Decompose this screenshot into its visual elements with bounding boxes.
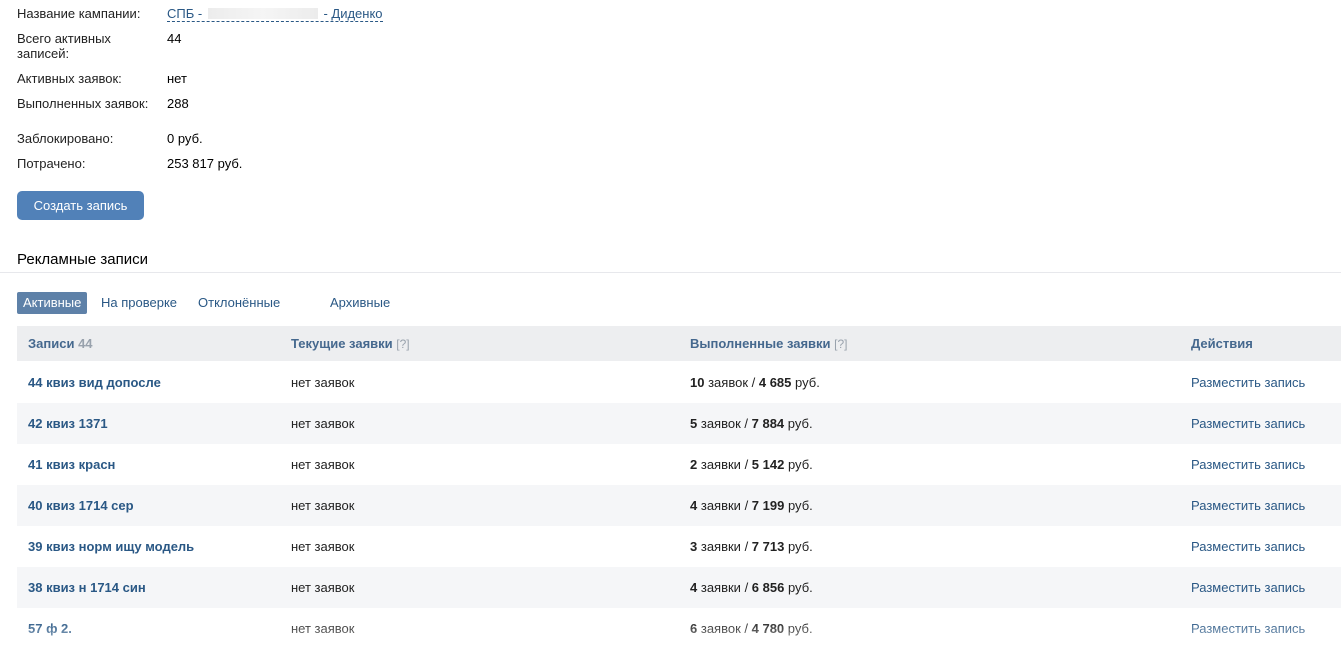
spent-label: Потрачено: <box>17 156 86 171</box>
table-row: 57 ф 2. нет заявок 6 заявок / 4 780 руб. Ра… <box>17 608 1341 646</box>
table-row: 44 квиз вид допосле нет заявок 10 заявок /… <box>17 362 1341 403</box>
completed-requests-cell: 10 заявок / 4 685 руб. <box>690 375 820 390</box>
records-count: 44 <box>78 336 93 351</box>
completed-requests-cell: 3 заявки / 7 713 руб. <box>690 539 813 554</box>
section-title: Рекламные записи <box>17 251 149 268</box>
current-requests-cell: нет заявок <box>291 457 355 472</box>
table-row: 42 квиз 1371 нет заявок 5 заявок / 7 884 р… <box>17 403 1341 444</box>
currency: руб. <box>787 621 813 636</box>
header-current: Текущие заявки [?] <box>291 336 410 351</box>
completed-word: заявок <box>708 375 749 390</box>
table-header: Записи 44 Текущие заявки [?] Выполненные… <box>17 326 1341 361</box>
record-name-link[interactable]: 44 квиз вид допосле <box>28 362 161 403</box>
completed-word: заявок <box>700 416 741 431</box>
tab-archived[interactable]: Архивные <box>324 292 396 314</box>
place-record-link[interactable]: Разместить запись <box>1191 485 1305 526</box>
current-help-link[interactable]: [?] <box>396 337 409 351</box>
completed-count: 3 <box>690 539 698 554</box>
place-record-link[interactable]: Разместить запись <box>1191 403 1305 444</box>
currency: руб. <box>787 498 813 513</box>
currency: руб. <box>787 457 813 472</box>
completed-sum: 4 685 <box>758 375 792 390</box>
current-requests-cell: нет заявок <box>291 580 355 595</box>
completed-requests-cell: 4 заявки / 6 856 руб. <box>690 580 813 595</box>
campaign-name-label: Название кампании: <box>17 6 141 21</box>
header-records: Записи 44 <box>28 336 93 351</box>
place-record-link[interactable]: Разместить запись <box>1191 526 1305 567</box>
active-requests-value: нет <box>167 71 187 86</box>
record-name-link[interactable]: 57 ф 2. <box>28 608 72 646</box>
currency: руб. <box>795 375 820 390</box>
total-records-label: Всего активных записей: <box>17 31 111 61</box>
record-name-link[interactable]: 40 квиз 1714 сер <box>28 485 134 526</box>
completed-word: заявок <box>700 621 741 636</box>
completed-word: заявки <box>700 457 741 472</box>
completed-count: 4 <box>690 580 698 595</box>
tab-active[interactable]: Активные <box>17 292 88 314</box>
current-requests-cell: нет заявок <box>291 375 355 390</box>
completed-requests-cell: 5 заявок / 7 884 руб. <box>690 416 813 431</box>
table-row: 40 квиз 1714 сер нет заявок 4 заявки / 7 1… <box>17 485 1341 526</box>
place-record-link[interactable]: Разместить запись <box>1191 444 1305 485</box>
completed-help-link[interactable]: [?] <box>834 337 847 351</box>
place-record-link[interactable]: Разместить запись <box>1191 362 1305 403</box>
completed-requests-cell: 4 заявки / 7 199 руб. <box>690 498 813 513</box>
completed-word: заявки <box>700 580 741 595</box>
section-divider <box>0 272 1341 273</box>
record-name-link[interactable]: 41 квиз красн <box>28 444 115 485</box>
blocked-value: 0 руб. <box>167 131 203 146</box>
completed-requests-label: Выполненных заявок: <box>17 96 149 111</box>
completed-count: 10 <box>690 375 705 390</box>
table-row: 38 квиз н 1714 син нет заявок 4 заявки / 6… <box>17 567 1341 608</box>
completed-count: 5 <box>690 416 698 431</box>
table-row: 39 квиз норм ищу модель нет заявок 3 заявк… <box>17 526 1341 567</box>
completed-word: заявки <box>700 539 741 554</box>
blocked-label: Заблокировано: <box>17 131 114 146</box>
completed-count: 2 <box>690 457 698 472</box>
record-name-link[interactable]: 38 квиз н 1714 син <box>28 567 146 608</box>
redacted-text <box>207 8 318 19</box>
completed-requests-cell: 2 заявки / 5 142 руб. <box>690 457 813 472</box>
tab-on-review[interactable]: На проверке <box>95 292 183 314</box>
table-row: 41 квиз красн нет заявок 2 заявки / 5 142 … <box>17 444 1341 485</box>
tab-rejected[interactable]: Отклонённые <box>192 292 286 314</box>
campaign-name-value[interactable]: СПБ - - Диденко <box>167 6 383 22</box>
completed-sum: 6 856 <box>751 580 785 595</box>
current-requests-cell: нет заявок <box>291 539 355 554</box>
completed-count: 6 <box>690 621 698 636</box>
create-record-button[interactable]: Создать запись <box>17 191 144 220</box>
currency: руб. <box>787 539 813 554</box>
total-records-value: 44 <box>167 31 182 46</box>
spent-value: 253 817 руб. <box>167 156 243 171</box>
completed-sum: 7 713 <box>751 539 785 554</box>
completed-word: заявки <box>700 498 741 513</box>
record-name-link[interactable]: 39 квиз норм ищу модель <box>28 526 194 567</box>
place-record-link[interactable]: Разместить запись <box>1191 608 1305 646</box>
currency: руб. <box>787 416 813 431</box>
completed-count: 4 <box>690 498 698 513</box>
completed-sum: 4 780 <box>751 621 785 636</box>
completed-sum: 7 884 <box>751 416 785 431</box>
currency: руб. <box>787 580 813 595</box>
completed-requests-value: 288 <box>167 96 189 111</box>
current-requests-cell: нет заявок <box>291 498 355 513</box>
header-actions: Действия <box>1191 336 1253 351</box>
completed-sum: 5 142 <box>751 457 785 472</box>
header-completed: Выполненные заявки [?] <box>690 336 848 351</box>
completed-requests-cell: 6 заявок / 4 780 руб. <box>690 621 813 636</box>
current-requests-cell: нет заявок <box>291 416 355 431</box>
place-record-link[interactable]: Разместить запись <box>1191 567 1305 608</box>
campaign-name-link[interactable]: СПБ - - Диденко <box>167 6 383 22</box>
completed-sum: 7 199 <box>751 498 785 513</box>
record-name-link[interactable]: 42 квиз 1371 <box>28 403 108 444</box>
active-requests-label: Активных заявок: <box>17 71 122 86</box>
current-requests-cell: нет заявок <box>291 621 355 636</box>
